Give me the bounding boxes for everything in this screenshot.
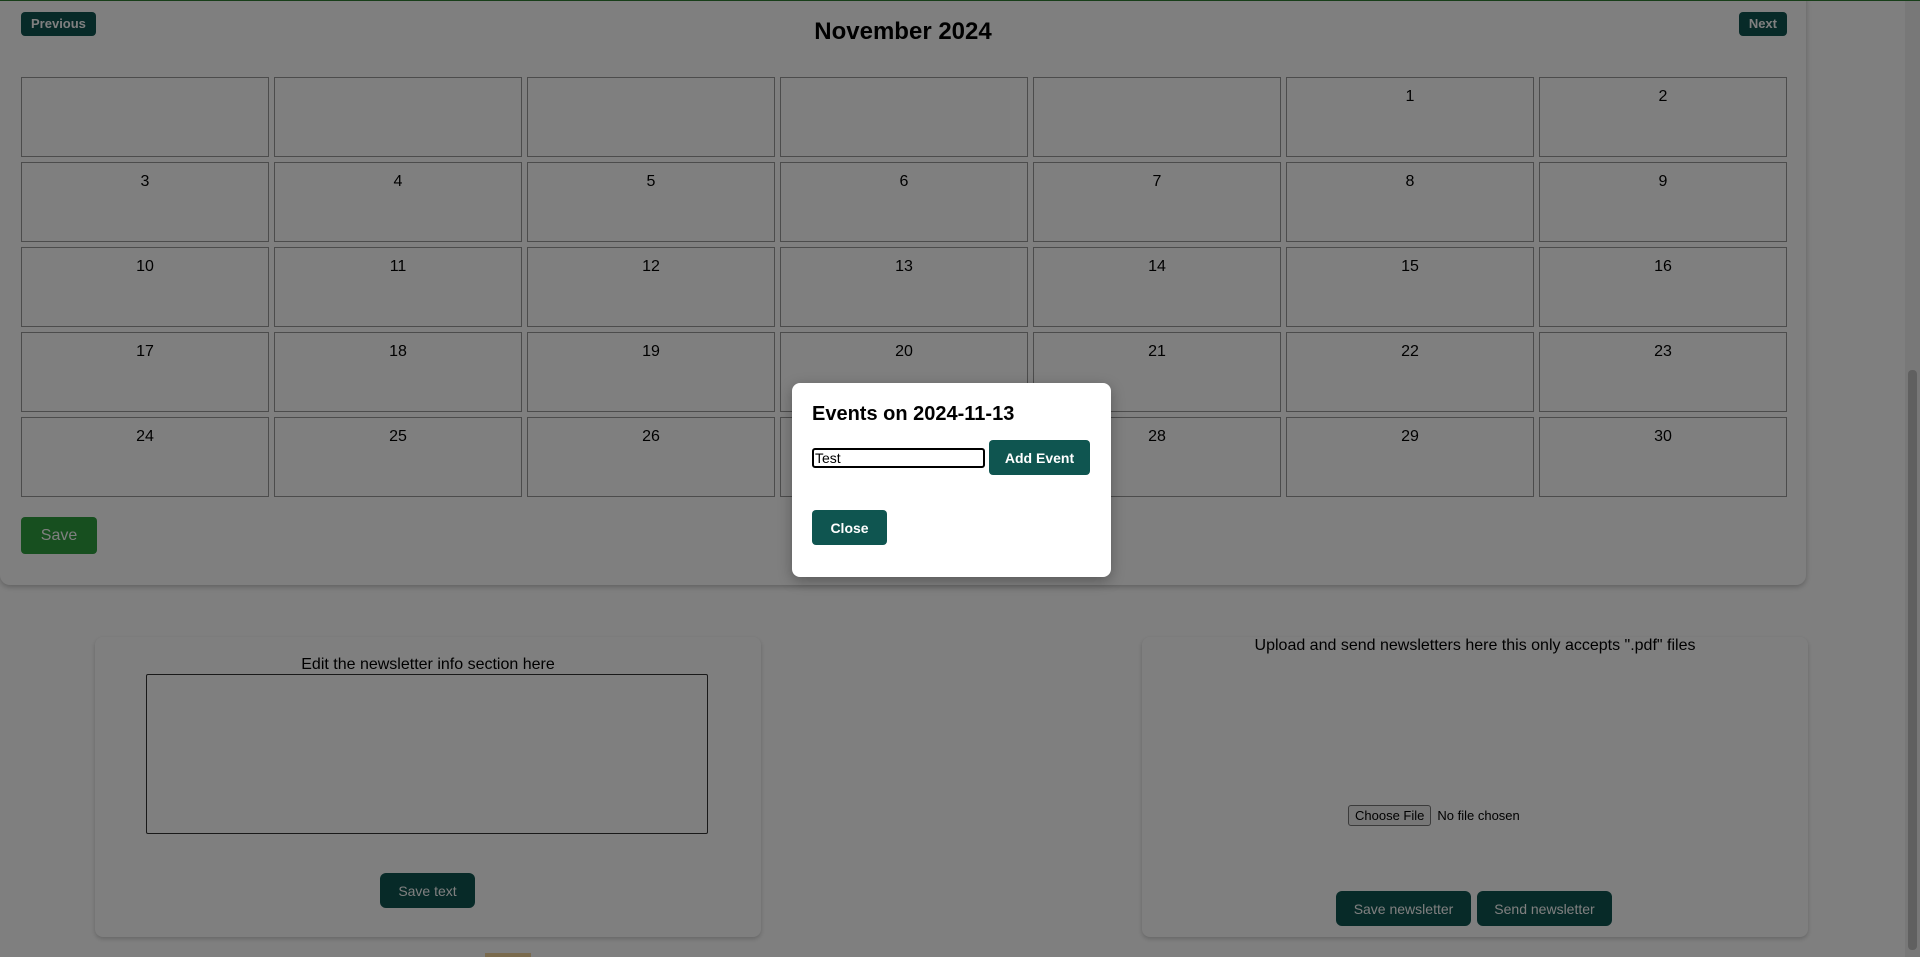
- add-event-button[interactable]: Add Event: [989, 440, 1090, 475]
- modal-title: Events on 2024-11-13: [812, 403, 1015, 425]
- event-name-input[interactable]: [812, 448, 985, 468]
- close-modal-button[interactable]: Close: [812, 510, 887, 545]
- page: Previous November 2024 Next 123456789101…: [0, 0, 1920, 957]
- events-modal: Events on 2024-11-13 Add Event Close: [792, 383, 1111, 577]
